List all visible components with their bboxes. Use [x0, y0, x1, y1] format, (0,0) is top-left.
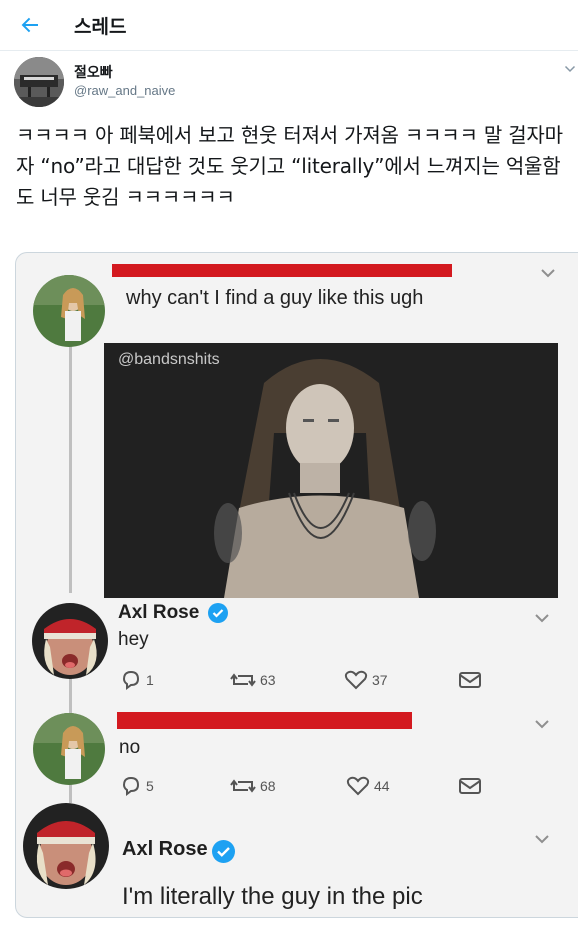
arrow-left-icon[interactable]	[18, 13, 42, 37]
page-title: 스레드	[74, 16, 127, 38]
chevron-down-icon	[535, 610, 549, 623]
reply-icon	[120, 670, 142, 690]
thread-connector	[69, 331, 72, 593]
reply-count: 5	[120, 776, 154, 796]
chevron-down-icon[interactable]	[564, 62, 576, 74]
reply-icon	[120, 776, 142, 796]
dm-share	[458, 670, 482, 690]
envelope-icon	[458, 670, 482, 690]
reply-text: I'm literally the guy in the pic	[122, 883, 423, 910]
reply-count-value: 5	[146, 778, 154, 794]
retweet-icon	[230, 670, 256, 690]
tweet-text: ㅋㅋㅋㅋ 아 페북에서 보고 현웃 터져서 가져옴 ㅋㅋㅋㅋ 말 걸자마자 “n…	[16, 123, 563, 209]
avatar	[23, 803, 109, 889]
chevron-down-icon	[541, 265, 555, 278]
dm-share	[458, 776, 482, 796]
envelope-icon	[458, 776, 482, 796]
like-count-value: 44	[374, 778, 390, 794]
reply-author-name: Axl Rose	[122, 838, 208, 860]
redaction-bar	[117, 712, 412, 729]
like-count: 44	[346, 776, 390, 796]
chevron-down-icon	[535, 716, 549, 729]
author-handle[interactable]: @raw_and_naive	[74, 83, 175, 98]
avatar	[33, 275, 105, 347]
post-photo: @bandsnshits	[104, 343, 558, 598]
retweet-count-value: 68	[260, 778, 276, 794]
reply-count: 1	[120, 670, 154, 690]
thread-header: 스레드	[0, 0, 578, 51]
author-name[interactable]: 절오빠	[74, 62, 113, 82]
retweet-count-value: 63	[260, 672, 276, 688]
redaction-bar	[112, 264, 452, 277]
heart-icon	[346, 776, 370, 796]
avatar[interactable]	[14, 57, 64, 107]
reply-text: no	[119, 737, 141, 758]
post-text: why can't I find a guy like this ugh	[126, 287, 424, 309]
chevron-down-icon	[535, 831, 549, 844]
retweet-count: 63	[230, 670, 276, 690]
like-count-value: 37	[372, 672, 388, 688]
retweet-icon	[230, 776, 256, 796]
watermark: @bandsnshits	[118, 351, 220, 368]
avatar	[33, 713, 105, 785]
like-count: 37	[344, 670, 388, 690]
verified-badge-icon	[208, 603, 228, 623]
reply-text: hey	[118, 629, 149, 650]
heart-icon	[344, 670, 368, 690]
tweet-image[interactable]: why can't I find a guy like this ugh @ba…	[15, 252, 578, 918]
verified-badge-icon	[212, 840, 235, 863]
retweet-count: 68	[230, 776, 276, 796]
avatar	[32, 603, 108, 679]
reply-count-value: 1	[146, 672, 154, 688]
reply-author-name: Axl Rose	[118, 602, 200, 623]
